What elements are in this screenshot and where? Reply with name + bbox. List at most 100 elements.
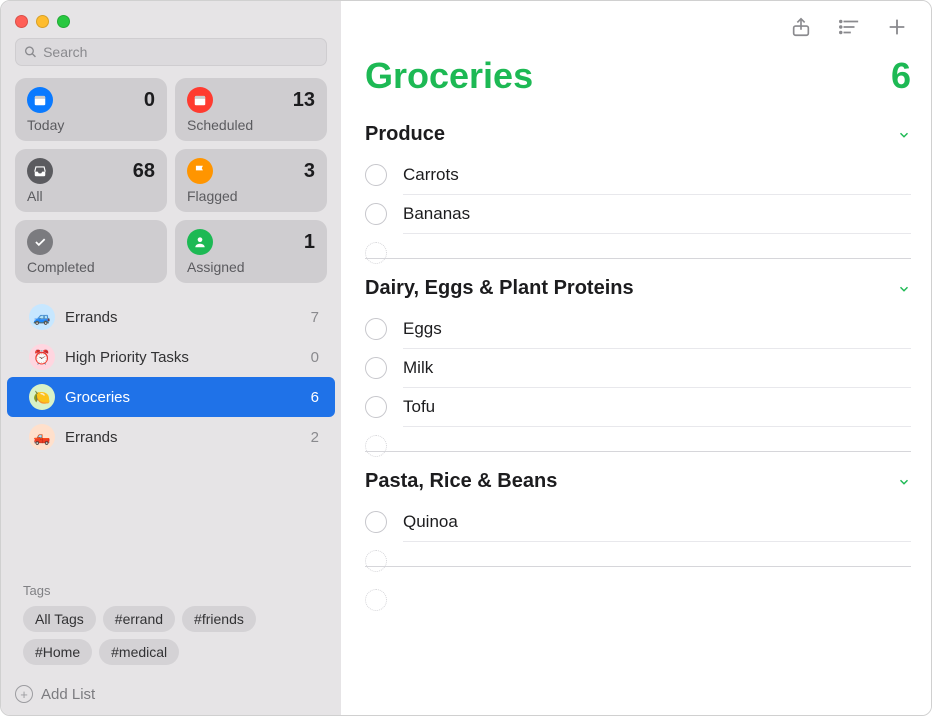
reminder-checkbox-placeholder[interactable] <box>365 242 387 264</box>
smart-list-label: Assigned <box>187 259 315 275</box>
reminder-checkbox[interactable] <box>365 203 387 225</box>
section-divider <box>365 258 911 259</box>
reminder-checkbox[interactable] <box>365 164 387 186</box>
smart-list-flagged[interactable]: 3Flagged <box>175 149 327 212</box>
new-reminder-input[interactable] <box>403 427 911 445</box>
search-input[interactable] <box>43 44 318 60</box>
new-reminder-input[interactable] <box>403 542 911 560</box>
share-button[interactable] <box>787 13 815 41</box>
add-list-button[interactable]: + Add List <box>1 675 341 715</box>
reminder-checkbox[interactable] <box>365 318 387 340</box>
section-title: Produce <box>365 123 445 146</box>
tags-section: Tags All Tags#errand#friends#Home#medica… <box>1 573 341 675</box>
new-reminder-input[interactable] <box>403 234 911 252</box>
reminder-title[interactable]: Carrots <box>403 156 911 195</box>
list-body: Groceries 6 ProduceCarrotsBananasDairy, … <box>341 1 931 715</box>
smart-list-completed[interactable]: Completed <box>15 220 167 283</box>
new-reminder-input[interactable] <box>403 581 911 599</box>
chevron-down-icon <box>897 475 911 489</box>
search-field[interactable] <box>15 38 327 66</box>
list-label: Errands <box>65 309 301 326</box>
main-pane: Groceries 6 ProduceCarrotsBananasDairy, … <box>341 1 931 715</box>
tag--errand[interactable]: #errand <box>103 606 175 632</box>
smart-list-today[interactable]: 0 Today <box>15 78 167 141</box>
plus-icon <box>886 16 908 38</box>
list-label: Errands <box>65 429 301 446</box>
reminder-checkbox[interactable] <box>365 396 387 418</box>
sidebar-list-highpri[interactable]: ⏰ High Priority Tasks 0 <box>7 337 335 377</box>
reminder-checkbox-placeholder[interactable] <box>365 550 387 572</box>
list-label: Groceries <box>65 389 301 406</box>
reminder-item[interactable]: Eggs <box>365 310 911 349</box>
sidebar-list-groceries[interactable]: 🍋Groceries6 <box>7 377 335 417</box>
smart-list-label: Flagged <box>187 188 315 204</box>
sidebar-list-errands2[interactable]: 🛻Errands2 <box>7 417 335 457</box>
reminder-checkbox[interactable] <box>365 511 387 533</box>
smart-list-label: Today <box>27 117 155 133</box>
reminder-checkbox-placeholder[interactable] <box>365 435 387 457</box>
smart-list-count: 0 <box>144 89 155 112</box>
smart-lists-grid: 0 Today 13 Scheduled 68All3Flagged Completed 1… <box>1 78 341 293</box>
chevron-down-icon <box>897 128 911 142</box>
sidebar-list-errands1[interactable]: 🚙Errands7 <box>7 297 335 337</box>
reminder-checkbox[interactable] <box>365 357 387 379</box>
reminder-title[interactable]: Milk <box>403 349 911 388</box>
new-reminder-placeholder[interactable] <box>365 542 911 560</box>
reminder-title[interactable]: Eggs <box>403 310 911 349</box>
sidebar: 0 Today 13 Scheduled 68All3Flagged Completed 1… <box>1 1 341 715</box>
section-title: Dairy, Eggs & Plant Proteins <box>365 277 634 300</box>
section-divider <box>365 566 911 567</box>
list-count: 0 <box>311 349 319 366</box>
new-reminder-placeholder[interactable] <box>365 234 911 252</box>
section-title: Pasta, Rice & Beans <box>365 470 557 493</box>
tag--medical[interactable]: #medical <box>99 639 179 665</box>
section-header[interactable]: Produce <box>365 119 911 156</box>
section: Dairy, Eggs & Plant Proteins EggsMilkTofu <box>365 273 911 452</box>
add-reminder-button[interactable] <box>883 13 911 41</box>
section: Pasta, Rice & Beans Quinoa <box>365 466 911 567</box>
reminder-checkbox-placeholder[interactable] <box>365 589 387 611</box>
reminder-title[interactable]: Bananas <box>403 195 911 234</box>
reminder-item[interactable]: Quinoa <box>365 503 911 542</box>
calendar-icon <box>27 87 53 113</box>
smart-list-label: Scheduled <box>187 117 315 133</box>
share-icon <box>790 16 812 38</box>
close-window-button[interactable] <box>15 15 28 28</box>
search-icon <box>24 45 37 59</box>
smart-list-count: 13 <box>293 89 315 112</box>
list-icon: 🚙 <box>29 304 55 330</box>
reminder-item[interactable]: Milk <box>365 349 911 388</box>
window-controls <box>1 1 341 38</box>
smart-list-scheduled[interactable]: 13 Scheduled <box>175 78 327 141</box>
reminder-title[interactable]: Quinoa <box>403 503 911 542</box>
view-options-button[interactable] <box>835 13 863 41</box>
list-count: 6 <box>311 389 319 406</box>
add-list-label: Add List <box>41 686 95 703</box>
list-icon: ⏰ <box>29 344 55 370</box>
minimize-window-button[interactable] <box>36 15 49 28</box>
section-header[interactable]: Pasta, Rice & Beans <box>365 466 911 503</box>
tag--friends[interactable]: #friends <box>182 606 256 632</box>
section-header[interactable]: Dairy, Eggs & Plant Proteins <box>365 273 911 310</box>
smart-list-label: Completed <box>27 259 155 275</box>
smart-list-all[interactable]: 68All <box>15 149 167 212</box>
list-label: High Priority Tasks <box>65 349 301 366</box>
tag--home[interactable]: #Home <box>23 639 92 665</box>
smart-list-count: 1 <box>304 231 315 254</box>
smart-list-assigned[interactable]: 1 Assigned <box>175 220 327 283</box>
reminder-item[interactable]: Bananas <box>365 195 911 234</box>
list-icon <box>838 16 860 38</box>
reminder-title[interactable]: Tofu <box>403 388 911 427</box>
reminder-item[interactable]: Tofu <box>365 388 911 427</box>
person-icon <box>187 229 213 255</box>
section-divider <box>365 451 911 452</box>
list-count: 6 <box>891 55 911 97</box>
section: Produce CarrotsBananas <box>365 119 911 259</box>
new-reminder-placeholder[interactable] <box>365 581 911 599</box>
list-icon: 🛻 <box>29 424 55 450</box>
fullscreen-window-button[interactable] <box>57 15 70 28</box>
reminder-item[interactable]: Carrots <box>365 156 911 195</box>
flag-icon <box>187 158 213 184</box>
new-reminder-placeholder[interactable] <box>365 427 911 445</box>
tag-all-tags[interactable]: All Tags <box>23 606 96 632</box>
